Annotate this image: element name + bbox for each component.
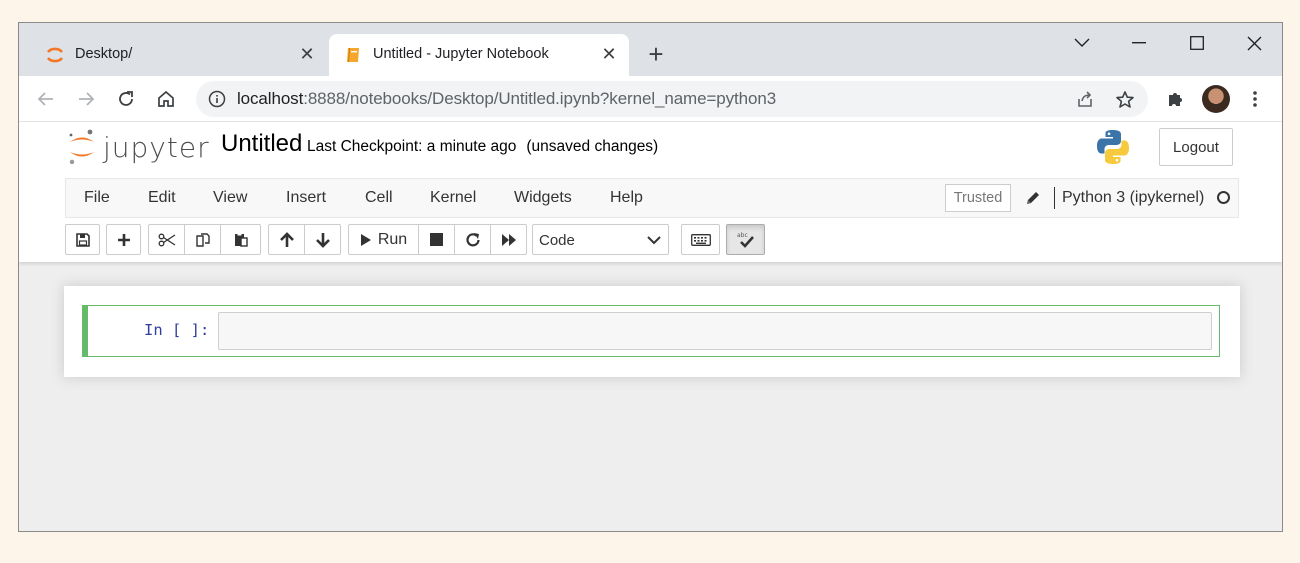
- code-cell[interactable]: In [ ]:: [82, 305, 1220, 357]
- stop-icon: [430, 233, 443, 246]
- jupyter-header: jupyter Untitled Last Checkpoint: a minu…: [19, 122, 1282, 262]
- spellcheck-icon: abc: [737, 232, 754, 248]
- maximize-icon[interactable]: [1177, 31, 1217, 55]
- url-text: localhost:8888/notebooks/Desktop/Untitle…: [237, 89, 776, 109]
- menu-file[interactable]: File: [84, 189, 110, 207]
- back-arrow-icon[interactable]: [33, 86, 59, 112]
- cell-input-editor[interactable]: [218, 312, 1212, 350]
- share-icon[interactable]: [1074, 89, 1096, 111]
- kernel-name[interactable]: Python 3 (ipykernel): [1062, 189, 1204, 207]
- cell-type-value: Code: [539, 232, 575, 249]
- site-info-icon[interactable]: [208, 90, 226, 108]
- input-prompt: In [ ]:: [144, 321, 210, 339]
- last-checkpoint: Last Checkpoint: a minute ago: [307, 138, 517, 155]
- restart-run-all-button[interactable]: [490, 224, 527, 255]
- menu-kernel[interactable]: Kernel: [430, 189, 476, 207]
- checkpoint-status: Last Checkpoint: a minute ago (unsaved ch…: [307, 138, 658, 156]
- notebook-container: In [ ]:: [64, 286, 1240, 377]
- trusted-indicator[interactable]: Trusted: [945, 184, 1011, 212]
- menu-help[interactable]: Help: [610, 189, 643, 207]
- url-host: localhost: [237, 89, 304, 108]
- address-bar[interactable]: localhost:8888/notebooks/Desktop/Untitle…: [196, 81, 1148, 117]
- menu-edit[interactable]: Edit: [148, 189, 176, 207]
- new-tab-button[interactable]: +: [643, 41, 669, 67]
- arrow-up-icon: [279, 231, 294, 247]
- menu-bar: File Edit View Insert Cell Kernel Widget…: [65, 178, 1239, 218]
- kernel-divider: [1054, 187, 1055, 209]
- tab-untitled-notebook[interactable]: Untitled - Jupyter Notebook ✕: [329, 34, 629, 76]
- svg-text:abc: abc: [737, 232, 748, 239]
- copy-button[interactable]: [184, 224, 221, 255]
- move-up-button[interactable]: [268, 224, 305, 255]
- menu-widgets[interactable]: Widgets: [514, 189, 572, 207]
- notebook-name[interactable]: Untitled: [221, 130, 302, 158]
- save-button[interactable]: [65, 224, 100, 255]
- python-logo-icon: [1097, 130, 1129, 164]
- forward-arrow-icon[interactable]: [73, 86, 99, 112]
- interrupt-kernel-button[interactable]: [418, 224, 455, 255]
- jupyter-wordmark: jupyter: [103, 130, 210, 164]
- jupyter-logo-icon: [69, 129, 94, 165]
- run-button[interactable]: Run: [348, 224, 419, 255]
- menu-view[interactable]: View: [213, 189, 247, 207]
- jupyter-logo-icon: [46, 47, 64, 63]
- arrow-down-icon: [315, 232, 330, 248]
- reload-icon[interactable]: [113, 86, 139, 112]
- tab-title: Untitled - Jupyter Notebook: [373, 46, 549, 62]
- kernel-idle-indicator-icon: [1217, 191, 1230, 204]
- browser-toolbar: localhost:8888/notebooks/Desktop/Untitle…: [19, 76, 1282, 122]
- paste-button[interactable]: [220, 224, 261, 255]
- paste-icon: [234, 232, 248, 247]
- tab-strip: Desktop/ ✕ Untitled - Jupyter Notebook ✕…: [19, 23, 1282, 76]
- url-path: :8888/notebooks/Desktop/Untitled.ipynb?k…: [303, 89, 777, 108]
- command-palette-button[interactable]: [681, 224, 720, 255]
- tab-title: Desktop/: [75, 46, 133, 62]
- keyboard-icon: [690, 233, 711, 246]
- bookmark-star-icon[interactable]: [1114, 89, 1136, 111]
- close-icon[interactable]: ✕: [297, 44, 317, 64]
- extensions-puzzle-icon[interactable]: [1163, 86, 1189, 112]
- move-down-button[interactable]: [304, 224, 341, 255]
- logout-button[interactable]: Logout: [1159, 128, 1233, 166]
- tab-search-chevron-icon[interactable]: [1062, 31, 1102, 55]
- cell-type-select[interactable]: Code: [532, 224, 669, 255]
- restart-icon: [465, 232, 480, 246]
- home-icon[interactable]: [153, 86, 179, 112]
- tab-desktop[interactable]: Desktop/ ✕: [31, 34, 327, 76]
- jupyter-logo[interactable]: jupyter: [67, 128, 210, 166]
- pencil-icon[interactable]: [1024, 189, 1042, 207]
- spellcheck-toggle-button[interactable]: abc: [726, 224, 765, 255]
- play-icon: [360, 233, 371, 246]
- plus-icon: [117, 233, 130, 246]
- browser-window: Desktop/ ✕ Untitled - Jupyter Notebook ✕…: [18, 22, 1283, 532]
- run-label: Run: [377, 230, 408, 248]
- restart-kernel-button[interactable]: [454, 224, 491, 255]
- minimize-icon[interactable]: [1119, 31, 1159, 55]
- save-icon: [75, 232, 90, 247]
- menu-cell[interactable]: Cell: [365, 189, 393, 207]
- menu-insert[interactable]: Insert: [286, 189, 326, 207]
- fast-forward-icon: [501, 233, 516, 246]
- chevron-down-icon: [647, 236, 661, 245]
- close-window-icon[interactable]: [1234, 31, 1274, 55]
- unsaved-indicator: (unsaved changes): [526, 138, 659, 155]
- scissors-icon: [158, 233, 175, 246]
- cut-button[interactable]: [148, 224, 185, 255]
- copy-icon: [195, 232, 210, 247]
- close-icon[interactable]: ✕: [599, 44, 619, 64]
- insert-cell-button[interactable]: [106, 224, 141, 255]
- notebook-icon: [347, 48, 359, 62]
- avatar[interactable]: [1202, 85, 1230, 113]
- browser-menu-icon[interactable]: [1242, 86, 1268, 112]
